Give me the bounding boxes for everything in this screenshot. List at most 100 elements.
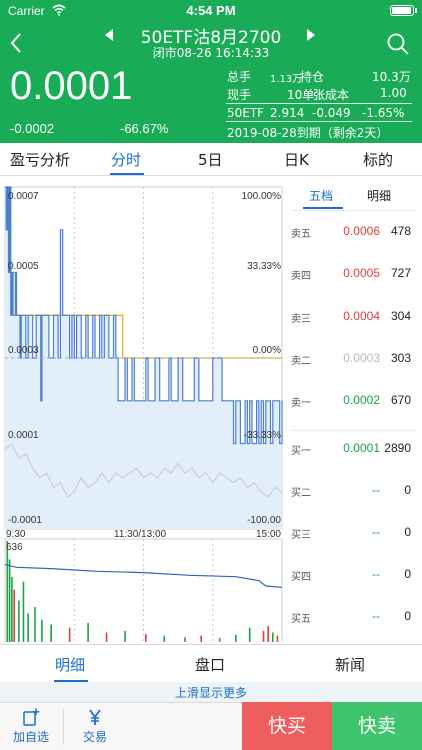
- cost-value: 1.00: [380, 86, 407, 100]
- tab-intraday[interactable]: 分时: [111, 149, 141, 170]
- add-watchlist-icon: [23, 708, 40, 726]
- volume-bar: [163, 635, 166, 642]
- bid-price: --: [372, 567, 380, 581]
- quick-sell-button[interactable]: 快卖: [332, 702, 422, 750]
- volume-bar: [34, 607, 36, 642]
- total-volume-label: 总手: [227, 70, 252, 84]
- volume-bar: [271, 632, 274, 642]
- bid-level-label: 买三: [291, 530, 311, 541]
- ask-price: 0.0006: [343, 224, 380, 238]
- underlying-price: 2.914: [270, 106, 305, 120]
- volume-bar: [218, 638, 221, 642]
- detail-tabs: 明细 盘口 新闻: [0, 644, 422, 682]
- volume-bar: [50, 624, 52, 642]
- bid-volume: 0: [404, 609, 411, 623]
- bid-row[interactable]: 买二 -- 0: [287, 481, 422, 501]
- ask-volume: 304: [390, 309, 411, 323]
- volume-bar: [105, 632, 108, 642]
- tab-news[interactable]: 新闻: [335, 654, 365, 675]
- last-price: 0.0001: [10, 64, 133, 108]
- y-axis-label: 0.0001: [8, 430, 39, 441]
- price-change-pct: -66.67%: [120, 121, 169, 136]
- trade-label: 交易: [82, 730, 107, 744]
- pct-axis-label: -33.33%: [243, 430, 281, 441]
- tab-daily-k[interactable]: 日K: [284, 149, 309, 170]
- underlying-change-pct: -1.65%: [362, 106, 405, 120]
- total-volume-value: 1.13万: [270, 74, 303, 85]
- open-interest-label: 持仓: [300, 70, 325, 84]
- divider: [226, 103, 412, 104]
- volume-bar: [41, 619, 43, 642]
- bid-price: --: [372, 609, 380, 623]
- bid-volume: 0: [404, 483, 411, 497]
- ask-volume: 478: [390, 224, 411, 238]
- volume-bar: [184, 637, 186, 642]
- intraday-chart[interactable]: 0.0007 0.0005 0.0003 0.0001 -0.0001 100.…: [0, 177, 285, 643]
- ask-row[interactable]: 卖四 0.0005 727: [287, 264, 422, 284]
- prev-contract-icon[interactable]: [103, 28, 115, 42]
- divider: [291, 210, 417, 211]
- bid-volume: 0: [404, 567, 411, 581]
- bid-row[interactable]: 买三 -- 0: [287, 523, 422, 543]
- volume-bar: [6, 541, 9, 642]
- ask-price: 0.0004: [343, 309, 380, 323]
- ask-price: 0.0003: [343, 351, 380, 365]
- y-axis-label: -0.0001: [8, 515, 42, 526]
- volume-bar: [87, 622, 89, 642]
- next-contract-icon[interactable]: [305, 28, 317, 42]
- active-tab-indicator: [110, 173, 144, 175]
- pct-axis-label: 33.33%: [247, 261, 281, 272]
- bid-row[interactable]: 买五 -- 0: [287, 607, 422, 627]
- time-axis-label: 11:30/13:00: [114, 529, 167, 540]
- bid-row[interactable]: 买四 -- 0: [287, 565, 422, 585]
- ask-level-label: 卖一: [291, 398, 311, 409]
- ask-row[interactable]: 卖三 0.0004 304: [287, 307, 422, 327]
- ask-row[interactable]: 卖一 0.0002 670: [287, 391, 422, 411]
- bid-level-label: 买四: [291, 572, 311, 583]
- tab-five-levels[interactable]: 五档: [309, 187, 333, 204]
- volume-bar: [248, 627, 251, 642]
- volume-bar: [18, 600, 20, 642]
- tab-underlying[interactable]: 标的: [363, 149, 393, 170]
- ask-level-label: 卖三: [291, 314, 311, 325]
- add-watchlist-button[interactable]: 加自选: [0, 703, 62, 750]
- header: Carrier 4:54 PM 50ETF沽8月2700 闭市08-26 16:…: [0, 0, 422, 143]
- underlying-change: -0.049: [312, 106, 351, 120]
- open-interest-value: 10.3万: [372, 70, 411, 84]
- divider: [226, 121, 412, 122]
- tab-5day[interactable]: 5日: [198, 149, 223, 170]
- current-volume-value: 10单: [287, 88, 315, 102]
- y-axis-label: 0.0005: [8, 261, 39, 272]
- order-book: 五档 明细 卖五 0.0006 478 卖四 0.0005 727 卖三 0.0…: [287, 177, 422, 643]
- scroll-more-hint[interactable]: 上滑显示更多: [0, 682, 422, 702]
- volume-bar: [11, 576, 13, 642]
- tab-market-depth[interactable]: 盘口: [195, 654, 225, 675]
- divider: [291, 430, 417, 431]
- clock: 4:54 PM: [186, 3, 236, 18]
- status-bar: Carrier 4:54 PM: [0, 0, 422, 22]
- ask-row[interactable]: 卖五 0.0006 478: [287, 222, 422, 242]
- quick-buy-button[interactable]: 快买: [242, 702, 332, 750]
- expiry-info: 2019-08-28到期（剩余2天）: [227, 126, 389, 140]
- tab-pnl-analysis[interactable]: 盈亏分析: [10, 149, 70, 170]
- volume-bar: [68, 627, 71, 642]
- ask-level-label: 卖四: [291, 271, 311, 282]
- volume-bar: [262, 630, 265, 642]
- ask-price: 0.0002: [343, 393, 380, 407]
- volume-bar: [22, 581, 25, 642]
- bid-row[interactable]: 买一 0.0001 2890: [287, 439, 422, 459]
- tab-trade-details[interactable]: 明细: [55, 654, 85, 675]
- bid-level-label: 买二: [291, 488, 311, 499]
- pct-axis-label: 0.00%: [252, 345, 281, 356]
- volume-bar: [124, 630, 126, 642]
- volume-bar: [27, 613, 29, 642]
- search-icon[interactable]: [386, 32, 410, 56]
- pct-axis-label: -100.00: [247, 515, 281, 526]
- trade-button[interactable]: 交易: [64, 703, 126, 750]
- add-watchlist-label: 加自选: [12, 730, 49, 744]
- ask-price: 0.0005: [343, 266, 380, 280]
- tab-details[interactable]: 明细: [367, 187, 391, 204]
- current-volume-label: 现手: [227, 88, 252, 102]
- ask-level-label: 卖五: [291, 229, 311, 240]
- ask-row[interactable]: 卖二 0.0003 303: [287, 349, 422, 369]
